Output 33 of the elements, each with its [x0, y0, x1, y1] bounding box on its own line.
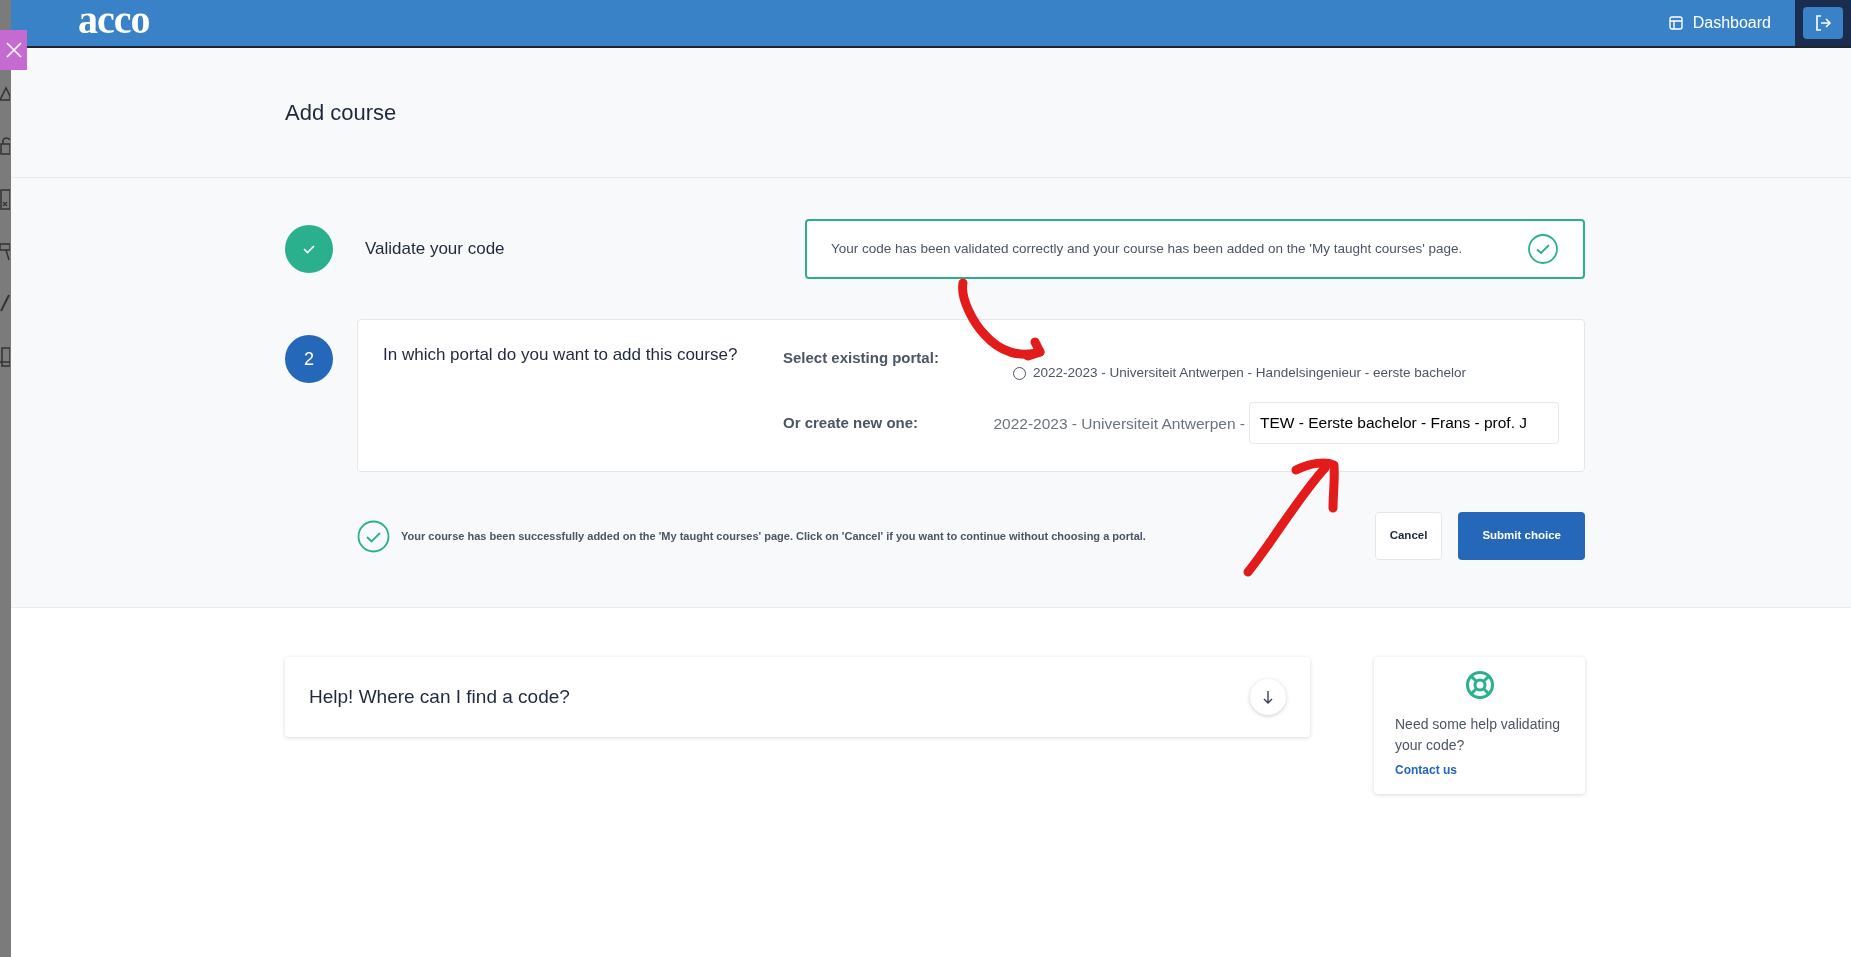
logout-icon: [1814, 14, 1832, 32]
check-circle-icon: [357, 519, 390, 553]
lock-icon[interactable]: [0, 134, 10, 156]
notice-text: Your course has been successfully added on the 'My taught courses' page. Click on 'Cancel' if you want to continue without choosing a portal.: [401, 528, 1147, 544]
check-circle-icon: [1527, 233, 1559, 265]
field-label: Or create new one:: [783, 413, 920, 433]
logo[interactable]: acco: [78, 0, 150, 40]
contact-link[interactable]: Contact us: [1395, 761, 1564, 779]
cancel-button[interactable]: Cancel: [1374, 512, 1443, 560]
help-card[interactable]: Help! Where can I find a code?: [285, 657, 1310, 737]
clipboard-icon[interactable]: [0, 188, 10, 210]
page-title: Add course: [285, 99, 397, 127]
submit-button[interactable]: Submit choice: [1458, 512, 1585, 560]
portal-name-field[interactable]: TEW - Eerste bachelor - Frans - prof. J: [1249, 402, 1559, 445]
document-icon[interactable]: [0, 346, 10, 368]
lifebuoy-icon: [1464, 670, 1495, 700]
radio-label: 2022-2023 - Universiteit Antwerpen - Handelsingenieur - eerste bachelor: [1033, 364, 1466, 382]
layout-icon: [1668, 16, 1683, 30]
success-message: Your code has been validated correctly and your course has been added on the 'My taught courses' page.: [831, 239, 1464, 258]
field-label: Select existing portal:: [783, 348, 940, 368]
step-title: Validate your code: [365, 238, 506, 261]
step-title: In which portal do you want to add this course?: [383, 344, 739, 366]
close-button[interactable]: [0, 30, 27, 70]
dashboard-link[interactable]: Dashboard: [1656, 0, 1783, 46]
help-title: Help! Where can I find a code?: [309, 684, 571, 709]
pen-icon[interactable]: [0, 294, 10, 314]
step-number: 2: [285, 335, 333, 383]
close-icon: [5, 42, 22, 58]
radio-button[interactable]: [1013, 366, 1026, 380]
expand-button[interactable]: [1250, 679, 1286, 715]
help-text: Need some help validating your code?: [1395, 715, 1561, 755]
logout-button[interactable]: [1803, 7, 1843, 39]
portal-prefix: 2022-2023 - Universiteit Antwerpen -: [993, 413, 1245, 434]
